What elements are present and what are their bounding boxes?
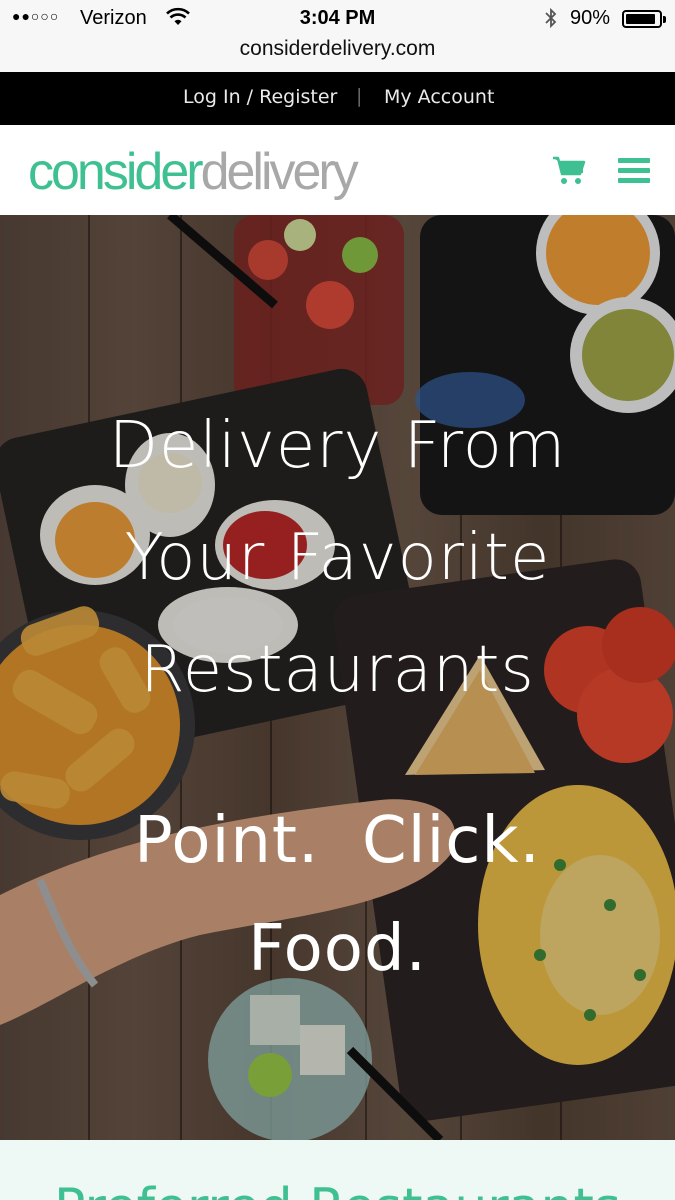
battery-icon bbox=[622, 10, 666, 28]
hamburger-menu-icon[interactable] bbox=[618, 158, 650, 183]
site-header: considerdelivery bbox=[0, 125, 675, 215]
hero-title-line: Your Favorite bbox=[124, 521, 551, 595]
status-row: ●●○○○ Verizon 3:04 PM 90% bbox=[0, 6, 675, 32]
cart-icon[interactable] bbox=[552, 155, 586, 185]
nav-separator: | bbox=[356, 85, 363, 107]
hero-banner: Delivery From Your Favorite Restaurants … bbox=[0, 215, 675, 1140]
url-bar[interactable]: considerdelivery.com bbox=[0, 37, 675, 61]
bluetooth-icon bbox=[545, 7, 557, 29]
my-account-link[interactable]: My Account bbox=[384, 86, 494, 108]
hero-title-line: Restaurants bbox=[140, 633, 535, 707]
hero-tagline-line: Food. bbox=[248, 912, 427, 986]
login-register-link[interactable]: Log In / Register bbox=[183, 86, 337, 108]
hero-title-line: Delivery From bbox=[108, 409, 567, 483]
top-nav-bar: Log In / Register | My Account bbox=[0, 72, 675, 125]
hero-tagline: Point. Click. Food. bbox=[0, 787, 675, 1003]
site-logo[interactable]: considerdelivery bbox=[28, 137, 359, 207]
logo-delivery: delivery bbox=[200, 143, 359, 201]
logo-consider: consider bbox=[28, 143, 204, 201]
section-title: Preferred Restaurants bbox=[0, 1178, 675, 1200]
hero-title: Delivery From Your Favorite Restaurants bbox=[0, 390, 675, 726]
preferred-restaurants-section: Preferred Restaurants bbox=[0, 1140, 675, 1200]
browser-status-bar: ●●○○○ Verizon 3:04 PM 90% considerdelive… bbox=[0, 0, 675, 72]
hero-tagline-line: Point. Click. bbox=[134, 804, 541, 878]
battery-percent: 90% bbox=[570, 7, 611, 29]
